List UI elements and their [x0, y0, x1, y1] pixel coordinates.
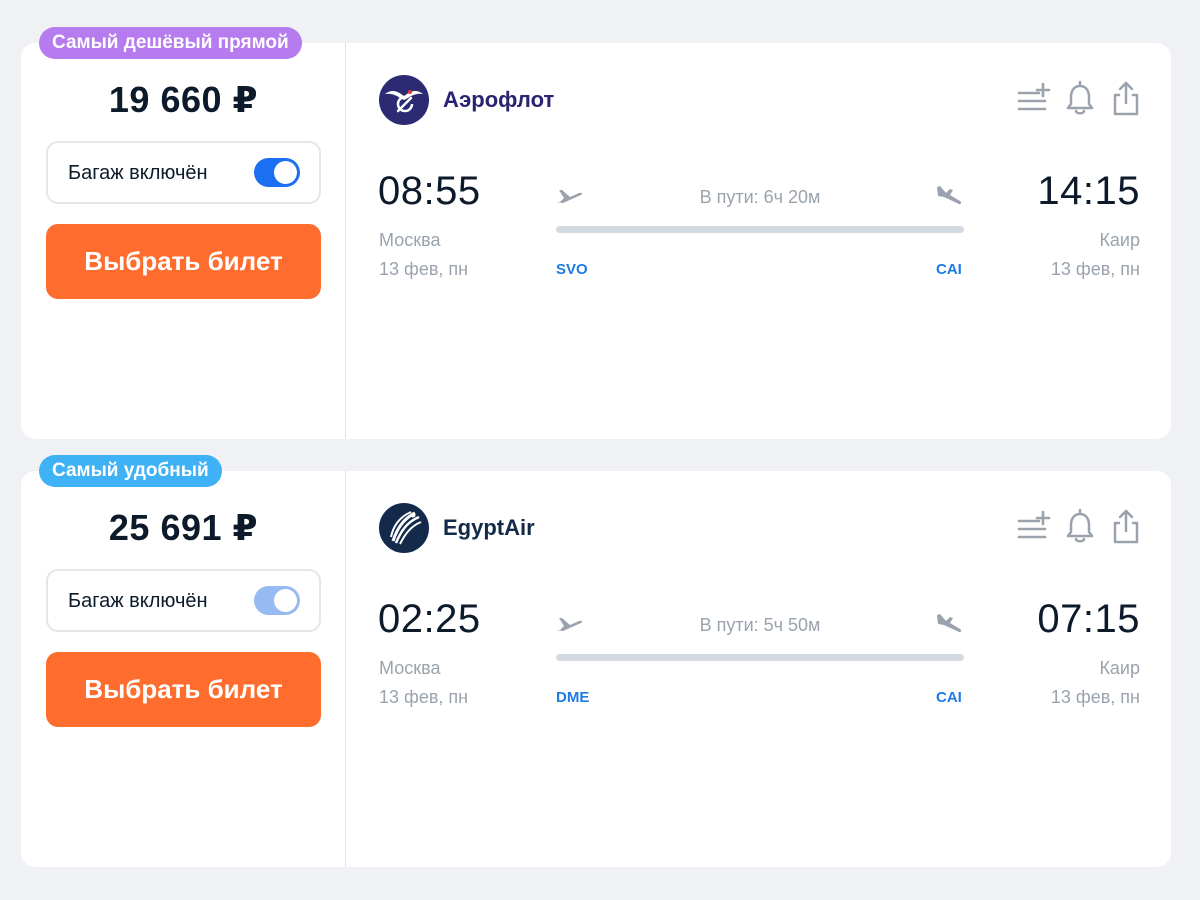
ticket-price: 25 691 ₽: [108, 507, 259, 548]
select-ticket-button[interactable]: Выбрать билет: [46, 652, 321, 727]
baggage-label: Багаж включён: [68, 590, 208, 612]
aeroflot-logo-icon: [379, 75, 429, 125]
arrival-airport-code[interactable]: CAI: [936, 261, 962, 278]
flight-duration: В пути: 6ч 20м: [699, 187, 821, 207]
add-to-list-icon[interactable]: [1017, 79, 1051, 119]
price-panel: 25 691 ₽ Багаж включён Выбрать билет: [21, 471, 346, 867]
route-line: [556, 654, 964, 661]
departure-airport-code[interactable]: DME: [556, 689, 589, 706]
egyptair-logo-icon: [379, 503, 429, 553]
flight-duration: В пути: 5ч 50м: [699, 615, 821, 635]
baggage-option[interactable]: Багаж включён: [46, 141, 321, 204]
baggage-toggle[interactable]: [254, 158, 300, 187]
arrival-city: Каир: [1099, 230, 1140, 250]
baggage-label: Багаж включён: [68, 162, 208, 184]
arrival-time: 14:15: [1037, 169, 1140, 213]
route-line: [556, 226, 964, 233]
add-to-list-icon[interactable]: [1017, 507, 1051, 547]
landing-icon: [934, 612, 964, 636]
departure-city: Москва: [379, 230, 441, 250]
baggage-option[interactable]: Багаж включён: [46, 569, 321, 632]
airline-name: Аэрофлот: [443, 87, 555, 112]
departure-time: 08:55: [378, 169, 481, 213]
arrival-time: 07:15: [1037, 597, 1140, 641]
select-ticket-button[interactable]: Выбрать билет: [46, 224, 321, 299]
arrival-airport-code[interactable]: CAI: [936, 689, 962, 706]
arrival-date: 13 фев, пн: [1050, 259, 1140, 279]
airline-name: EgyptAir: [443, 515, 535, 540]
arrival-city: Каир: [1099, 658, 1140, 678]
toggle-knob: [274, 589, 297, 612]
ticket-price: 19 660 ₽: [108, 79, 259, 120]
flight-offer-card[interactable]: Самый дешёвый прямой 19 660 ₽ Багаж вклю…: [21, 27, 1171, 439]
share-icon[interactable]: [1109, 79, 1143, 119]
departure-airport-code[interactable]: SVO: [556, 261, 588, 278]
bell-icon[interactable]: [1063, 79, 1097, 119]
departure-city: Москва: [379, 658, 441, 678]
price-panel: 19 660 ₽ Багаж включён Выбрать билет: [21, 43, 346, 439]
arrival-date: 13 фев, пн: [1050, 687, 1140, 707]
flight-offer-card[interactable]: Самый удобный 25 691 ₽ Багаж включён Выб…: [21, 455, 1171, 867]
baggage-toggle[interactable]: [254, 586, 300, 615]
share-icon[interactable]: [1109, 507, 1143, 547]
departure-date: 13 фев, пн: [379, 259, 469, 279]
toggle-knob: [274, 161, 297, 184]
departure-date: 13 фев, пн: [379, 687, 469, 707]
landing-icon: [934, 184, 964, 208]
bell-icon[interactable]: [1063, 507, 1097, 547]
departure-time: 02:25: [378, 597, 481, 641]
